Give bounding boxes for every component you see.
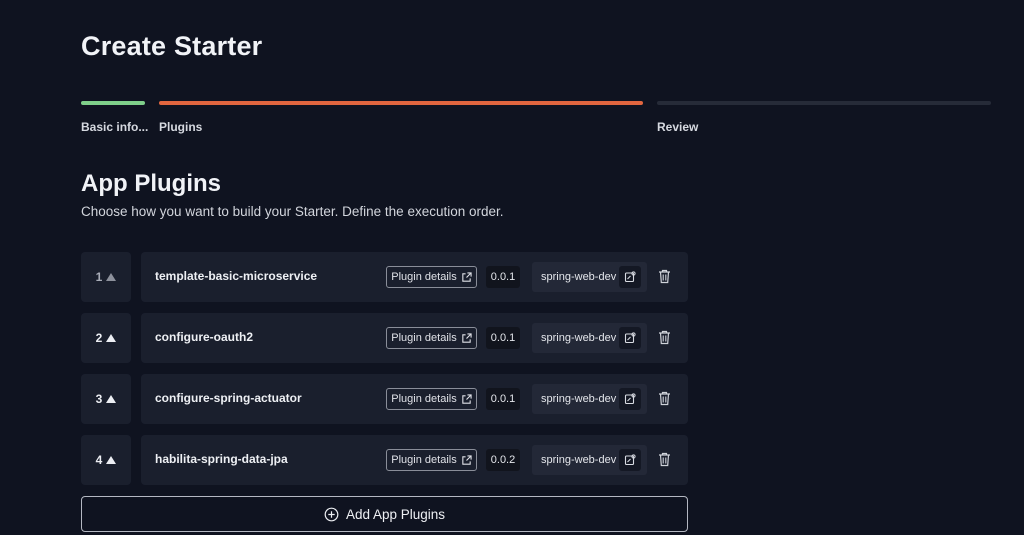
version-badge: 0.0.1 bbox=[486, 388, 520, 410]
section-title: App Plugins bbox=[81, 170, 221, 197]
step-label-basic-info[interactable]: Basic info... bbox=[81, 120, 148, 134]
triangle-up-icon[interactable] bbox=[106, 456, 117, 464]
plugin-details-label: Plugin details bbox=[391, 271, 457, 283]
profile-box: spring-web-dev bbox=[532, 384, 647, 414]
plugin-details-label: Plugin details bbox=[391, 393, 457, 405]
profile-label: spring-web-dev bbox=[541, 332, 617, 344]
plugin-details-button[interactable]: Plugin details bbox=[386, 266, 477, 288]
plugin-details-label: Plugin details bbox=[391, 454, 457, 466]
order-cell: 3 bbox=[81, 374, 131, 424]
plugin-card: configure-oauth2 Plugin details 0.0.1 sp… bbox=[141, 313, 688, 363]
order-cell: 4 bbox=[81, 435, 131, 485]
page-title: Create Starter bbox=[81, 31, 263, 61]
order-number: 3 bbox=[95, 392, 103, 406]
step-label-plugins[interactable]: Plugins bbox=[159, 120, 202, 134]
version-badge: 0.0.1 bbox=[486, 266, 520, 288]
plugin-name: habilita-spring-data-jpa bbox=[155, 452, 288, 466]
version-badge: 0.0.1 bbox=[486, 327, 520, 349]
edit-settings-icon[interactable] bbox=[619, 388, 641, 410]
section-subtitle: Choose how you want to build your Starte… bbox=[81, 204, 504, 219]
profile-label: spring-web-dev bbox=[541, 271, 617, 283]
plugin-list: 1 template-basic-microservice Plugin det… bbox=[81, 252, 688, 496]
order-cell: 1 bbox=[81, 252, 131, 302]
order-cell: 2 bbox=[81, 313, 131, 363]
profile-box: spring-web-dev bbox=[532, 262, 647, 292]
plugin-details-button[interactable]: Plugin details bbox=[386, 327, 477, 349]
plugin-card: habilita-spring-data-jpa Plugin details … bbox=[141, 435, 688, 485]
edit-settings-icon[interactable] bbox=[619, 266, 641, 288]
profile-box: spring-web-dev bbox=[532, 323, 647, 353]
create-starter-page: Create Starter Basic info... Plugins Rev… bbox=[0, 0, 1024, 535]
add-app-plugins-label: Add App Plugins bbox=[345, 506, 446, 522]
step-bar-review bbox=[657, 101, 991, 105]
trash-icon[interactable] bbox=[656, 389, 672, 407]
order-number: 1 bbox=[95, 270, 103, 284]
triangle-up-icon[interactable] bbox=[106, 334, 117, 342]
plugin-card: configure-spring-actuator Plugin details… bbox=[141, 374, 688, 424]
plugin-details-label: Plugin details bbox=[391, 332, 457, 344]
order-number: 2 bbox=[95, 331, 103, 345]
plus-circle-icon bbox=[324, 507, 339, 521]
external-link-icon bbox=[462, 454, 472, 465]
trash-icon[interactable] bbox=[656, 267, 672, 285]
step-bar-basic-info bbox=[81, 101, 145, 105]
triangle-up-icon[interactable] bbox=[106, 273, 117, 281]
step-label-review[interactable]: Review bbox=[657, 120, 698, 134]
plugin-row: 4 habilita-spring-data-jpa Plugin detail… bbox=[81, 435, 688, 485]
plugin-name: configure-spring-actuator bbox=[155, 391, 302, 405]
order-number: 4 bbox=[95, 453, 103, 467]
plugin-details-button[interactable]: Plugin details bbox=[386, 449, 477, 471]
plugin-row: 2 configure-oauth2 Plugin details 0.0.1 … bbox=[81, 313, 688, 363]
plugin-details-button[interactable]: Plugin details bbox=[386, 388, 477, 410]
plugin-row: 3 configure-spring-actuator Plugin detai… bbox=[81, 374, 688, 424]
edit-settings-icon[interactable] bbox=[619, 449, 641, 471]
step-bar-plugins bbox=[159, 101, 643, 105]
external-link-icon bbox=[462, 271, 472, 282]
plugin-row: 1 template-basic-microservice Plugin det… bbox=[81, 252, 688, 302]
profile-box: spring-web-dev bbox=[532, 445, 647, 475]
trash-icon[interactable] bbox=[656, 450, 672, 468]
external-link-icon bbox=[462, 393, 472, 404]
plugin-name: configure-oauth2 bbox=[155, 330, 253, 344]
profile-label: spring-web-dev bbox=[541, 454, 617, 466]
version-badge: 0.0.2 bbox=[486, 449, 520, 471]
plugin-card: template-basic-microservice Plugin detai… bbox=[141, 252, 688, 302]
plugin-name: template-basic-microservice bbox=[155, 269, 318, 283]
trash-icon[interactable] bbox=[656, 328, 672, 346]
profile-label: spring-web-dev bbox=[541, 393, 617, 405]
triangle-up-icon[interactable] bbox=[106, 395, 117, 403]
edit-settings-icon[interactable] bbox=[619, 327, 641, 349]
external-link-icon bbox=[462, 332, 472, 343]
add-app-plugins-button[interactable]: Add App Plugins bbox=[81, 496, 688, 532]
